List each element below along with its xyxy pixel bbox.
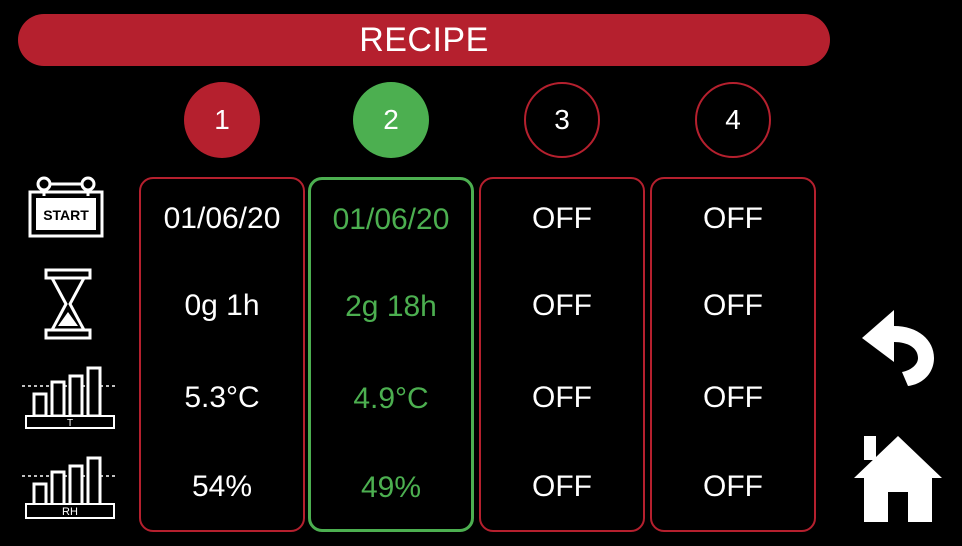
recipe-1-humidity: 54%: [191, 470, 253, 503]
calendar-start-icon: START: [28, 176, 104, 238]
recipe-3-humidity: OFF: [532, 470, 592, 503]
recipe-2-duration: 2g 18h: [345, 290, 437, 323]
recipe-2-column[interactable]: 01/06/20 2g 18h 4.9°C 49%: [308, 177, 474, 532]
recipe-4-temperature: OFF: [703, 381, 763, 414]
recipe-4-duration: OFF: [703, 289, 763, 322]
recipe-3-column[interactable]: OFF OFF OFF OFF: [479, 177, 645, 532]
recipe-1-button[interactable]: 1: [184, 82, 260, 158]
recipe-2-humidity: 49%: [360, 471, 422, 504]
recipe-2-button[interactable]: 2: [353, 82, 429, 158]
recipe-1-temperature: 5.3°C: [184, 381, 260, 414]
recipe-1-start-date: 01/06/20: [163, 202, 281, 235]
svg-text:RH: RH: [62, 506, 78, 518]
hourglass-icon: [44, 268, 92, 340]
svg-text:T: T: [67, 418, 73, 429]
back-arrow-icon[interactable]: [858, 306, 938, 388]
recipe-2-start-date: 01/06/20: [332, 203, 450, 236]
recipe-1-column[interactable]: 01/06/20 0g 1h 5.3°C 54%: [139, 177, 305, 532]
recipe-4-column[interactable]: OFF OFF OFF OFF: [650, 177, 816, 532]
recipe-3-button[interactable]: 3: [524, 82, 600, 158]
recipe-3-duration: OFF: [532, 289, 592, 322]
recipe-4-start-date: OFF: [703, 202, 763, 235]
recipe-3-temperature: OFF: [532, 381, 592, 414]
recipe-4-humidity: OFF: [703, 470, 763, 503]
recipe-2-temperature: 4.9°C: [353, 382, 429, 415]
recipe-3-start-date: OFF: [532, 202, 592, 235]
recipe-1-duration: 0g 1h: [184, 289, 260, 322]
home-icon[interactable]: [852, 434, 944, 524]
humidity-chart-icon: RH: [22, 456, 118, 519]
temperature-chart-icon: T: [22, 366, 118, 429]
page-title: RECIPE: [18, 14, 830, 66]
svg-text:START: START: [43, 207, 89, 223]
recipe-4-button[interactable]: 4: [695, 82, 771, 158]
